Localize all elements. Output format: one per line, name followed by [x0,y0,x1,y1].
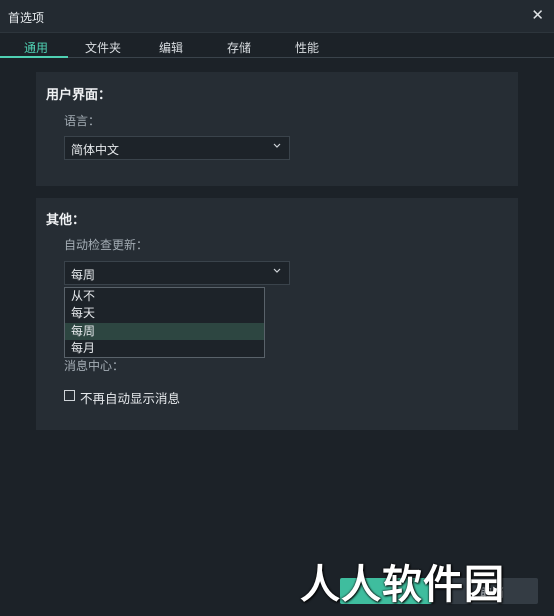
language-label: 语言： [64,114,101,128]
auto-update-select[interactable]: 每周 [64,261,290,285]
no-auto-show-checkbox[interactable] [64,390,75,401]
cancel-button[interactable]: 取消 [446,578,538,604]
auto-update-label: 自动检查更新： [64,238,149,252]
dropdown-option-monthly[interactable]: 每月 [65,340,264,357]
message-center-label: 消息中心： [64,359,125,373]
window-title: 首选项 [8,11,45,25]
language-select-value: 简体中文 [71,143,120,157]
chevron-down-icon [273,143,281,148]
active-tab-indicator [0,56,68,58]
tab-performance[interactable]: 性能 [295,39,319,56]
auto-update-dropdown-list: 从不 每天 每周 每月 [64,287,265,358]
ui-settings-panel: 用户界面： 语言： 简体中文 [36,72,518,186]
ok-button[interactable] [340,578,432,604]
tab-general[interactable]: 通用 [24,39,48,56]
chevron-down-icon [273,268,281,273]
dropdown-option-daily[interactable]: 每天 [65,305,264,322]
other-section-title: 其他： [46,213,86,228]
tab-storage[interactable]: 存储 [227,39,251,56]
tab-bar: 通用 文件夹 编辑 存储 性能 [0,37,554,58]
ui-section-title: 用户界面： [46,88,112,103]
tab-edit[interactable]: 编辑 [159,39,183,56]
tab-folders[interactable]: 文件夹 [85,39,121,56]
no-auto-show-label: 不再自动显示消息 [80,391,181,406]
language-select[interactable]: 简体中文 [64,136,290,160]
title-bar: 首选项 ✕ [0,0,554,33]
dropdown-option-never[interactable]: 从不 [65,288,264,305]
auto-update-select-value: 每周 [71,268,96,282]
cancel-button-label: 取消 [479,586,504,600]
dropdown-option-weekly[interactable]: 每周 [65,322,264,340]
close-icon[interactable]: ✕ [531,6,544,24]
